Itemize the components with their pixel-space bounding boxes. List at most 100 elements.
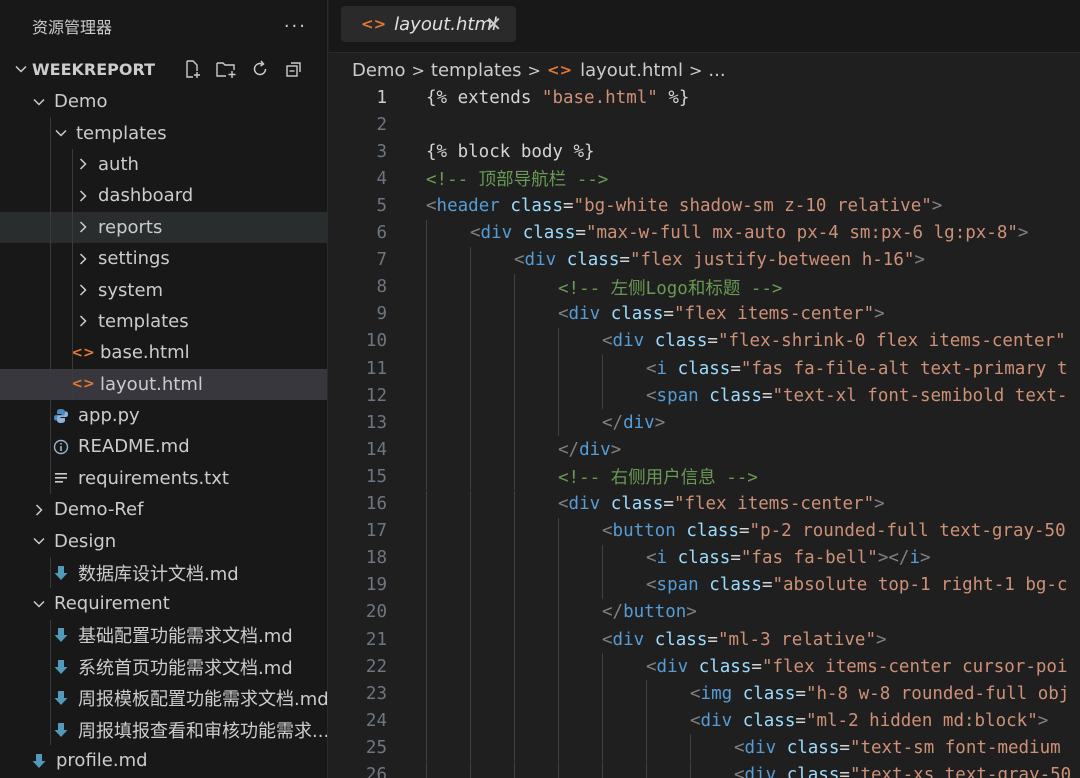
code-line[interactable]: 18 <i class="fas fa-bell"></i> (329, 544, 931, 572)
code-line[interactable]: 13 </div> (329, 409, 665, 437)
indent-guide (426, 598, 427, 626)
tree-file[interactable]: app.py (0, 399, 327, 432)
indent-guide (470, 571, 471, 599)
code-token: = (761, 385, 773, 406)
tree-folder[interactable]: templates (0, 305, 327, 338)
code-editor[interactable]: 1 {% extends "base.html" %} 2 3 {% block bod… (329, 84, 1080, 778)
tree-folder[interactable]: Design (0, 525, 327, 556)
breadcrumb-item-file[interactable]: layout.html (580, 60, 683, 81)
tab-layout-html[interactable]: <> layout.html ✕ (341, 6, 516, 42)
breadcrumb-item-symbols[interactable]: ... (708, 60, 725, 81)
more-actions-icon[interactable]: ··· (284, 16, 307, 37)
code-line[interactable]: 12 <span class="text-xl font-semibold tex… (329, 382, 1068, 410)
code-line[interactable]: 26 <div class="text-xs text-gray-50 (329, 761, 1071, 778)
code-line[interactable]: 11 <i class="fas fa-file-alt text-primary… (329, 355, 1068, 383)
tree-folder[interactable]: Demo (0, 86, 327, 117)
code-token: div (744, 765, 777, 778)
tree-folder[interactable]: settings (0, 242, 327, 275)
code-token: class (610, 304, 664, 325)
code-line[interactable]: 2 (329, 111, 387, 138)
indent-guide (558, 598, 559, 626)
new-folder-icon[interactable] (215, 58, 237, 80)
code-line[interactable]: 3 {% block body %} (329, 138, 594, 165)
workspace-section-header[interactable]: WEEKREPORT (0, 52, 327, 86)
chevron-right-icon[interactable] (72, 283, 94, 297)
code-line[interactable]: 7 <div class="flex justify-between h-16"> (329, 246, 925, 274)
indent-guide (514, 598, 515, 626)
new-file-icon[interactable] (181, 58, 203, 80)
tree-folder[interactable]: dashboard (0, 180, 327, 212)
code-line[interactable]: 20 </button> (329, 598, 697, 626)
tree-file[interactable]: 基础配置功能需求文档.md (0, 619, 327, 652)
chevron-down-icon[interactable] (28, 534, 50, 548)
line-number: 5 (376, 195, 387, 216)
code-line[interactable]: 17 <button class="p-2 rounded-full text-g… (329, 517, 1066, 545)
chevron-down-icon[interactable] (50, 126, 72, 140)
tree-file[interactable]: requirements.txt (0, 462, 327, 495)
code-line[interactable]: 1 {% extends "base.html" %} (329, 84, 689, 111)
code-line[interactable]: 14 </div> (329, 436, 621, 464)
indent-guide (558, 327, 559, 355)
chevron-right-icon[interactable] (72, 157, 94, 171)
indent-guide (426, 436, 427, 464)
breadcrumb-item-demo[interactable]: Demo (352, 60, 405, 81)
indent-guide (426, 219, 427, 247)
tree-file[interactable]: <> base.html (0, 337, 327, 369)
code-line[interactable]: 9 <div class="flex items-center"> (329, 300, 885, 328)
code-token: = (839, 765, 850, 778)
code-text: </button> (602, 602, 697, 622)
tree-folder[interactable]: Requirement (0, 588, 327, 619)
code-line[interactable]: 23 <img class="h-8 w-8 rounded-full obj (329, 680, 1069, 708)
code-line[interactable]: 5 <header class="bg-white shadow-sm z-10 … (329, 192, 942, 219)
code-line[interactable]: 22 <div class="flex items-center cursor-p… (329, 653, 1067, 681)
code-line[interactable]: 10 <div class="flex-shrink-0 flex items-c… (329, 327, 1066, 355)
tree-file[interactable]: 周报模板配置功能需求文档.md (0, 682, 327, 714)
indent-guide (426, 653, 427, 681)
code-token: div (744, 737, 777, 758)
tree-file[interactable]: 周报填报查看和审核功能需求... (0, 713, 327, 746)
tree-folder[interactable]: auth (0, 148, 327, 181)
tree-file[interactable]: profile.md (0, 745, 327, 776)
code-line[interactable]: 6 <div class="max-w-full mx-auto px-4 sm:… (329, 219, 1028, 247)
tree-file[interactable]: <> layout.html (0, 368, 327, 400)
chevron-right-icon[interactable] (72, 189, 94, 203)
code-line[interactable]: 25 <div class="text-sm font-medium (329, 734, 1061, 762)
code-token: div (524, 250, 557, 271)
code-line[interactable]: 16 <div class="flex items-center"> (329, 490, 885, 518)
code-text: <span class="absolute top-1 right-1 bg-c (646, 575, 1068, 595)
code-line[interactable]: 21 <div class="ml-3 relative"> (329, 626, 887, 654)
indent-guide (514, 653, 515, 681)
tree-file[interactable]: README.md (0, 431, 327, 463)
chevron-right-icon[interactable] (72, 252, 94, 266)
code-token: "flex items-center cursor-poi (761, 656, 1068, 677)
chevron-right-icon[interactable] (72, 314, 94, 328)
tree-file[interactable]: 数据库设计文档.md (0, 556, 327, 589)
code-line[interactable]: 24 <div class="ml-2 hidden md:block"> (329, 707, 1048, 735)
tree-item-label: README.md (78, 436, 190, 458)
breadcrumb-item-templates[interactable]: templates (431, 60, 522, 81)
code-line[interactable]: 8 <!-- 左侧Logo和标题 --> (329, 273, 782, 301)
close-icon[interactable]: ✕ (485, 12, 502, 36)
html-file-icon: <> (361, 15, 387, 33)
chevron-right-icon[interactable] (28, 503, 50, 517)
refresh-icon[interactable] (249, 58, 271, 80)
tree-file[interactable]: 系统首页功能需求文档.md (0, 651, 327, 683)
indent-guide (426, 707, 427, 735)
chevron-down-icon[interactable] (28, 95, 50, 109)
chevron-down-icon[interactable] (28, 597, 50, 611)
file-tree: Demo templates auth dashboard reports setting… (0, 86, 327, 777)
tree-folder[interactable]: reports (0, 211, 327, 243)
collapse-all-icon[interactable] (283, 58, 305, 80)
tree-folder[interactable]: system (0, 274, 327, 306)
code-line[interactable]: 19 <span class="absolute top-1 right-1 bg… (329, 571, 1068, 599)
code-text: <div class="flex items-center cursor-poi (646, 657, 1067, 677)
chevron-right-icon[interactable] (72, 220, 94, 234)
code-line[interactable]: 4 <!-- 顶部导航栏 --> (329, 165, 608, 192)
tree-folder[interactable]: Demo-Ref (0, 494, 327, 525)
code-line[interactable]: 15 <!-- 右侧用户信息 --> (329, 463, 758, 491)
line-number: 10 (365, 331, 387, 352)
tree-folder[interactable]: templates (0, 117, 327, 149)
